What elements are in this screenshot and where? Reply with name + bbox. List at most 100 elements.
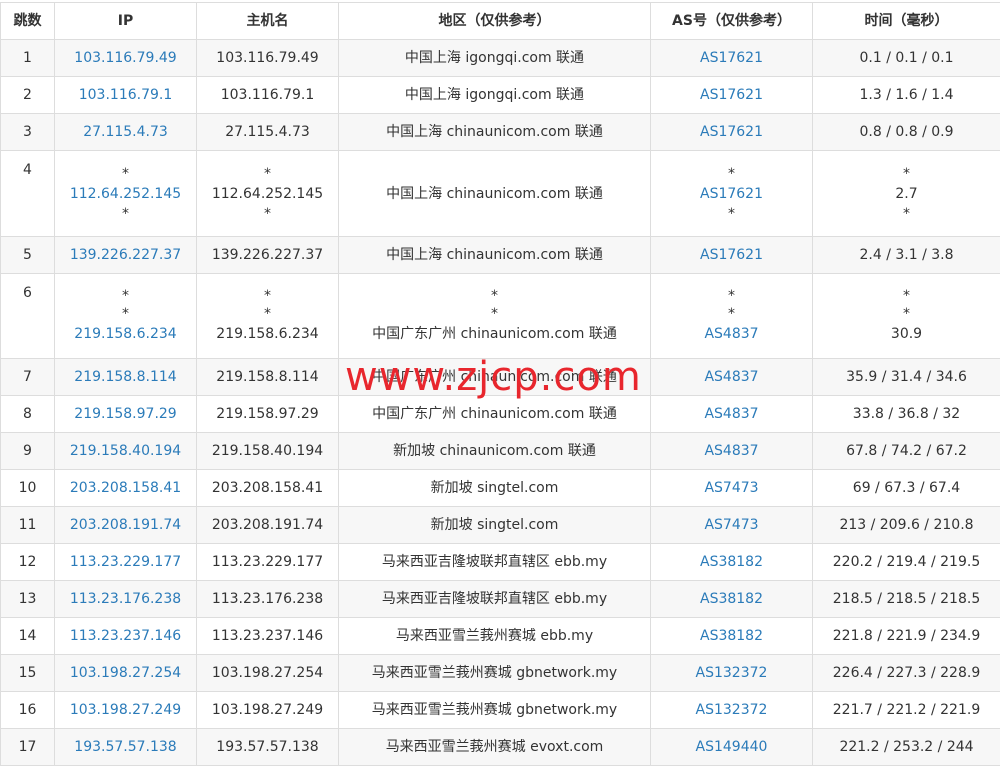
region-lines: **中国广东广州 chinaunicom.com 联通 [339, 287, 650, 345]
table-row: 4*112.64.252.145**112.64.252.145*中国上海 ch… [1, 151, 1000, 237]
ip-link[interactable]: 103.116.79.49 [74, 50, 176, 66]
region-text: 马来西亚雪兰莪州赛城 evoxt.com [386, 739, 604, 755]
as-link[interactable]: AS38182 [700, 591, 763, 607]
ip-cell: 103.198.27.254 [55, 655, 197, 692]
hop-number: 11 [1, 507, 55, 544]
ip-cell: 203.208.191.74 [55, 507, 197, 544]
ip-link[interactable]: 103.116.79.1 [79, 87, 173, 103]
ip-link[interactable]: 113.23.229.177 [70, 554, 181, 570]
as-link[interactable]: AS17621 [700, 183, 763, 205]
host-cell: 203.208.158.41 [197, 470, 339, 507]
timeout-marker: * [728, 165, 735, 183]
ip-cell: 203.208.158.41 [55, 470, 197, 507]
hop-number: 4 [1, 151, 55, 237]
region-text: 马来西亚吉隆坡联邦直辖区 ebb.my [382, 591, 607, 607]
hop-number: 10 [1, 470, 55, 507]
as-link[interactable]: AS38182 [700, 554, 763, 570]
as-link[interactable]: AS4837 [704, 443, 758, 459]
host-text: 113.23.176.238 [212, 591, 323, 607]
table-row: 1103.116.79.49103.116.79.49中国上海 igongqi.… [1, 40, 1000, 77]
host-cell: 219.158.40.194 [197, 433, 339, 470]
ip-link[interactable]: 203.208.158.41 [70, 480, 181, 496]
region-cell: 中国上海 chinaunicom.com 联通 [339, 237, 651, 274]
region-text: 马来西亚吉隆坡联邦直辖区 ebb.my [382, 554, 607, 570]
as-link[interactable]: AS4837 [704, 369, 758, 385]
time-cell: *2.7* [813, 151, 1000, 237]
host-cell: 103.198.27.254 [197, 655, 339, 692]
ip-link[interactable]: 113.23.237.146 [70, 628, 181, 644]
ip-link[interactable]: 193.57.57.138 [74, 739, 176, 755]
as-cell: AS17621 [651, 77, 813, 114]
host-text: 219.158.8.114 [216, 369, 318, 385]
ip-link[interactable]: 139.226.227.37 [70, 247, 181, 263]
ip-link[interactable]: 112.64.252.145 [70, 183, 181, 205]
as-cell: AS132372 [651, 692, 813, 729]
host-text: 219.158.97.29 [216, 406, 318, 422]
host-text: 103.198.27.254 [212, 665, 323, 681]
ip-link[interactable]: 113.23.176.238 [70, 591, 181, 607]
host-cell: 103.116.79.1 [197, 77, 339, 114]
timeout-marker: * [122, 287, 129, 305]
time-text: 213 / 209.6 / 210.8 [839, 517, 973, 533]
as-cell: **AS4837 [651, 274, 813, 359]
ip-lines: **219.158.6.234 [55, 287, 196, 345]
ip-link[interactable]: 27.115.4.73 [83, 124, 168, 140]
host-cell: *112.64.252.145* [197, 151, 339, 237]
region-text: 新加坡 singtel.com [431, 517, 559, 533]
ip-link[interactable]: 219.158.6.234 [74, 323, 176, 345]
as-link[interactable]: AS17621 [700, 50, 763, 66]
as-lines: **AS4837 [651, 287, 812, 345]
table-row: 327.115.4.7327.115.4.73中国上海 chinaunicom.… [1, 114, 1000, 151]
timeout-marker: * [903, 287, 910, 305]
host-lines: *112.64.252.145* [197, 165, 338, 223]
time-cell: 213 / 209.6 / 210.8 [813, 507, 1000, 544]
region-text: 中国上海 igongqi.com 联通 [405, 50, 584, 66]
as-link[interactable]: AS17621 [700, 247, 763, 263]
time-text: 218.5 / 218.5 / 218.5 [833, 591, 980, 607]
as-link[interactable]: AS149440 [696, 739, 768, 755]
ip-link[interactable]: 219.158.97.29 [74, 406, 176, 422]
as-cell: AS7473 [651, 507, 813, 544]
hop-number: 8 [1, 396, 55, 433]
ip-cell: 103.116.79.1 [55, 77, 197, 114]
ip-link[interactable]: 203.208.191.74 [70, 517, 181, 533]
time-text: 221.8 / 221.9 / 234.9 [833, 628, 980, 644]
table-row: 12113.23.229.177113.23.229.177马来西亚吉隆坡联邦直… [1, 544, 1000, 581]
host-text: 27.115.4.73 [225, 124, 310, 140]
host-cell: **219.158.6.234 [197, 274, 339, 359]
table-row: 9219.158.40.194219.158.40.194新加坡 chinaun… [1, 433, 1000, 470]
as-link[interactable]: AS38182 [700, 628, 763, 644]
as-link[interactable]: AS132372 [696, 702, 768, 718]
host-cell: 193.57.57.138 [197, 729, 339, 766]
time-text: 221.2 / 253.2 / 244 [839, 739, 973, 755]
region-cell: 新加坡 singtel.com [339, 470, 651, 507]
as-link[interactable]: AS17621 [700, 87, 763, 103]
table-row: 13113.23.176.238113.23.176.238马来西亚吉隆坡联邦直… [1, 581, 1000, 618]
timeout-marker: * [903, 305, 910, 323]
as-link[interactable]: AS4837 [704, 406, 758, 422]
ip-link[interactable]: 103.198.27.254 [70, 665, 181, 681]
time-text: 2.7 [895, 183, 917, 205]
region-cell: 中国上海 chinaunicom.com 联通 [339, 114, 651, 151]
region-cell: 中国上海 igongqi.com 联通 [339, 77, 651, 114]
hop-number: 7 [1, 359, 55, 396]
time-text: 35.9 / 31.4 / 34.6 [846, 369, 967, 385]
as-link[interactable]: AS7473 [704, 517, 758, 533]
as-cell: AS17621 [651, 237, 813, 274]
region-text: 中国广东广州 chinaunicom.com 联通 [372, 406, 617, 422]
host-text: 203.208.191.74 [212, 517, 323, 533]
ip-link[interactable]: 219.158.40.194 [70, 443, 181, 459]
time-cell: 220.2 / 219.4 / 219.5 [813, 544, 1000, 581]
as-link[interactable]: AS17621 [700, 124, 763, 140]
hop-number: 6 [1, 274, 55, 359]
ip-link[interactable]: 219.158.8.114 [74, 369, 176, 385]
as-link[interactable]: AS132372 [696, 665, 768, 681]
ip-link[interactable]: 103.198.27.249 [70, 702, 181, 718]
as-cell: AS38182 [651, 618, 813, 655]
header-ip: IP [55, 3, 197, 40]
hop-number: 1 [1, 40, 55, 77]
as-link[interactable]: AS4837 [704, 323, 758, 345]
as-link[interactable]: AS7473 [704, 480, 758, 496]
as-cell: *AS17621* [651, 151, 813, 237]
time-text: 2.4 / 3.1 / 3.8 [859, 247, 953, 263]
